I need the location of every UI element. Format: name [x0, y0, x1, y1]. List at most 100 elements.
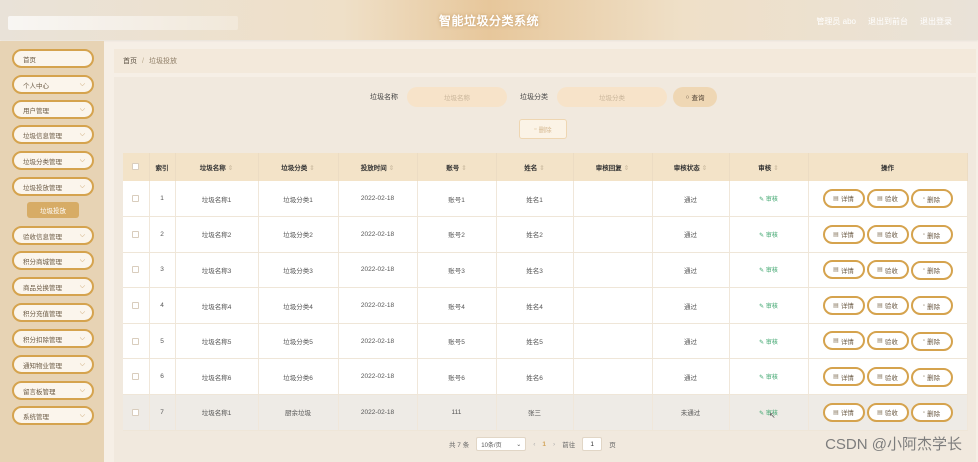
- audit-link[interactable]: ✎ 审核: [759, 375, 778, 381]
- row-disposal-time: 2022-02-18: [338, 216, 418, 253]
- delete-button[interactable]: ▫ 删除: [910, 296, 953, 316]
- accept-button[interactable]: ▤ 验收: [866, 260, 909, 280]
- prev-page-button[interactable]: ‹: [533, 441, 535, 448]
- sidebar-subitem-garbage-disposal[interactable]: 垃圾投放: [27, 202, 79, 218]
- delete-button[interactable]: ▫ 删除: [910, 225, 953, 245]
- sidebar-item-product-exchange[interactable]: 商品兑换管理 ⌵: [12, 277, 94, 296]
- sidebar-item-label: 商品兑换管理: [23, 284, 62, 292]
- row-checkbox[interactable]: [132, 230, 140, 238]
- row-operations: ▤ 详情 ▤ 验收 ▫ 删除: [808, 358, 968, 396]
- detail-button[interactable]: ▤ 详情: [822, 367, 865, 387]
- sidebar-item-points-mall[interactable]: 积分商城管理 ⌵: [12, 251, 94, 270]
- detail-button[interactable]: ▤ 详情: [822, 402, 865, 422]
- row-select-cell[interactable]: [123, 323, 150, 360]
- audit-link[interactable]: ✎ 审核: [759, 340, 778, 346]
- sort-icon: ⇕: [309, 165, 315, 172]
- header-account[interactable]: 账号 ⇕: [417, 153, 497, 181]
- sidebar-item-personal-center[interactable]: 个人中心 ⌵: [12, 75, 94, 94]
- accept-button[interactable]: ▤ 验收: [866, 331, 909, 351]
- breadcrumb-home[interactable]: 首页: [123, 56, 137, 66]
- garbage-name-input[interactable]: 垃圾名称: [407, 87, 507, 107]
- accept-button[interactable]: ▤ 验收: [866, 188, 909, 208]
- goto-page-input[interactable]: [582, 437, 603, 451]
- next-page-button[interactable]: ›: [553, 441, 555, 448]
- detail-label: 详情: [840, 303, 854, 311]
- header-garbage-name[interactable]: 垃圾名称 ⇕: [175, 153, 259, 181]
- row-index: 7: [149, 394, 176, 431]
- row-checkbox[interactable]: [132, 266, 140, 274]
- audit-link[interactable]: ✎ 审核: [759, 197, 778, 203]
- sidebar-item-user-management[interactable]: 用户管理 ⌵: [12, 100, 94, 119]
- row-person-name: 张三: [496, 394, 574, 431]
- table-row: 4 垃圾名称4 垃圾分类4 2022-02-18 账号4 姓名4 通过 ✎ 审核 ▤ 详情 ▤ 验收 ▫…: [123, 287, 968, 324]
- header-audit-status[interactable]: 审核状态 ⇕: [652, 153, 730, 181]
- accept-button[interactable]: ▤ 验收: [866, 402, 909, 422]
- edit-icon: ✎: [759, 375, 765, 382]
- delete-button[interactable]: ▫ 删除: [910, 403, 953, 423]
- header-select-all[interactable]: [123, 153, 150, 181]
- header-garbage-category[interactable]: 垃圾分类 ⇕: [258, 153, 339, 181]
- accept-button[interactable]: ▤ 验收: [866, 224, 909, 244]
- row-account: 账号1: [417, 181, 497, 218]
- query-button[interactable]: ○ 查询: [673, 87, 717, 107]
- audit-link[interactable]: ✎ 审核: [759, 304, 778, 310]
- admin-user-label: 管理员 abo: [816, 17, 856, 26]
- header-disposal-time[interactable]: 投放时间 ⇕: [338, 153, 418, 181]
- row-checkbox[interactable]: [132, 408, 140, 416]
- row-select-cell[interactable]: [123, 216, 150, 253]
- sidebar-item-home[interactable]: 首页: [12, 49, 94, 68]
- delete-button[interactable]: ▫ 删除: [910, 189, 953, 209]
- delete-button[interactable]: ▫ 删除: [910, 331, 953, 351]
- header-person-name[interactable]: 姓名 ⇕: [496, 153, 574, 181]
- batch-delete-button[interactable]: ▫ 删除: [519, 119, 567, 139]
- accept-button[interactable]: ▤ 验收: [866, 367, 909, 387]
- sidebar-item-garbage-info[interactable]: 垃圾信息管理 ⌵: [12, 125, 94, 144]
- row-checkbox[interactable]: [132, 373, 140, 381]
- sidebar-item-acceptance-info[interactable]: 验收信息管理 ⌵: [12, 226, 94, 245]
- sidebar-item-garbage-category[interactable]: 垃圾分类管理 ⌵: [12, 151, 94, 170]
- accept-button[interactable]: ▤ 验收: [866, 295, 909, 315]
- select-all-checkbox[interactable]: [132, 163, 140, 171]
- row-select-cell[interactable]: [123, 287, 150, 324]
- row-operations: ▤ 详情 ▤ 验收 ▫ 删除: [808, 394, 968, 431]
- detail-button[interactable]: ▤ 详情: [822, 188, 865, 208]
- detail-button[interactable]: ▤ 详情: [822, 295, 865, 315]
- sidebar-item-garbage-disposal[interactable]: 垃圾投放管理 ⌵: [12, 177, 94, 196]
- delete-button[interactable]: ▫ 删除: [910, 367, 953, 387]
- back-to-frontend-link[interactable]: 退出到前台: [868, 16, 908, 27]
- row-audit-reply: [573, 323, 653, 360]
- page-size-select[interactable]: 10条/页 ⌄: [476, 437, 527, 451]
- detail-button[interactable]: ▤ 详情: [822, 224, 865, 244]
- row-select-cell[interactable]: [123, 394, 150, 431]
- audit-link[interactable]: ✎ 审核: [759, 268, 778, 274]
- row-person-name: 姓名3: [496, 252, 574, 289]
- logout-link[interactable]: 退出登录: [920, 16, 952, 27]
- header-actions: 管理员 abo 退出到前台 退出登录: [816, 16, 952, 27]
- document-icon: ▤: [877, 338, 883, 345]
- header-audit[interactable]: 审核 ⇕: [729, 153, 809, 181]
- sidebar-item-label: 通知物业管理: [23, 362, 62, 370]
- row-select-cell[interactable]: [123, 181, 150, 218]
- header-audit-reply[interactable]: 审核回复 ⇕: [573, 153, 653, 181]
- page-number-current[interactable]: 1: [542, 441, 546, 448]
- detail-button[interactable]: ▤ 详情: [822, 260, 865, 280]
- detail-button[interactable]: ▤ 详情: [822, 331, 865, 351]
- sidebar-item-system-management[interactable]: 系统管理 ⌵: [12, 406, 94, 425]
- row-select-cell[interactable]: [123, 252, 150, 289]
- row-checkbox[interactable]: [132, 194, 140, 202]
- row-audit-reply: [573, 181, 653, 218]
- sidebar-item-notify-property[interactable]: 通知物业管理 ⌵: [12, 355, 94, 374]
- sidebar-item-points-recharge[interactable]: 积分充值管理 ⌵: [12, 303, 94, 322]
- row-audit-reply: [573, 252, 653, 289]
- garbage-category-input[interactable]: 垃圾分类: [557, 87, 667, 107]
- audit-link[interactable]: ✎ 审核: [759, 233, 778, 239]
- row-select-cell[interactable]: [123, 358, 150, 396]
- delete-button[interactable]: ▫ 删除: [910, 260, 953, 280]
- sort-icon: ⇕: [623, 165, 630, 172]
- accept-label: 验收: [884, 410, 898, 418]
- sidebar-item-message-board[interactable]: 留言板管理 ⌵: [12, 381, 94, 400]
- sidebar-item-points-deduction[interactable]: 积分扣除管理 ⌵: [12, 329, 94, 348]
- row-checkbox[interactable]: [132, 301, 140, 309]
- top-header: 智能垃圾分类系统 管理员 abo 退出到前台 退出登录: [0, 0, 978, 40]
- row-checkbox[interactable]: [132, 337, 140, 345]
